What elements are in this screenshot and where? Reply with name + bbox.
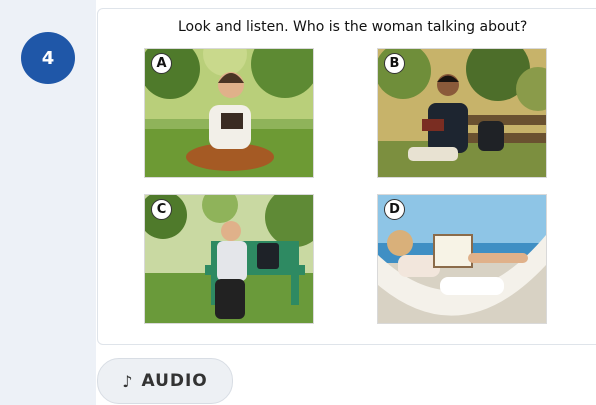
music-note-icon: ♪ [122,371,134,391]
audio-button-label: AUDIO [141,371,208,391]
option-a-photo[interactable]: A [145,49,313,177]
option-a-label: A [151,53,172,74]
option-d-label: D [384,199,405,220]
option-c-label: C [151,199,172,220]
option-d-photo[interactable]: D [378,195,546,323]
question-prompt: Look and listen. Who is the woman talkin… [178,19,528,35]
audio-button[interactable]: ♪ AUDIO [97,358,233,404]
option-c-photo[interactable]: C [145,195,313,323]
question-rail: 4 [0,0,96,405]
option-b-photo[interactable]: B [378,49,546,177]
question-number-badge: 4 [21,32,75,84]
option-b-label: B [384,53,405,74]
